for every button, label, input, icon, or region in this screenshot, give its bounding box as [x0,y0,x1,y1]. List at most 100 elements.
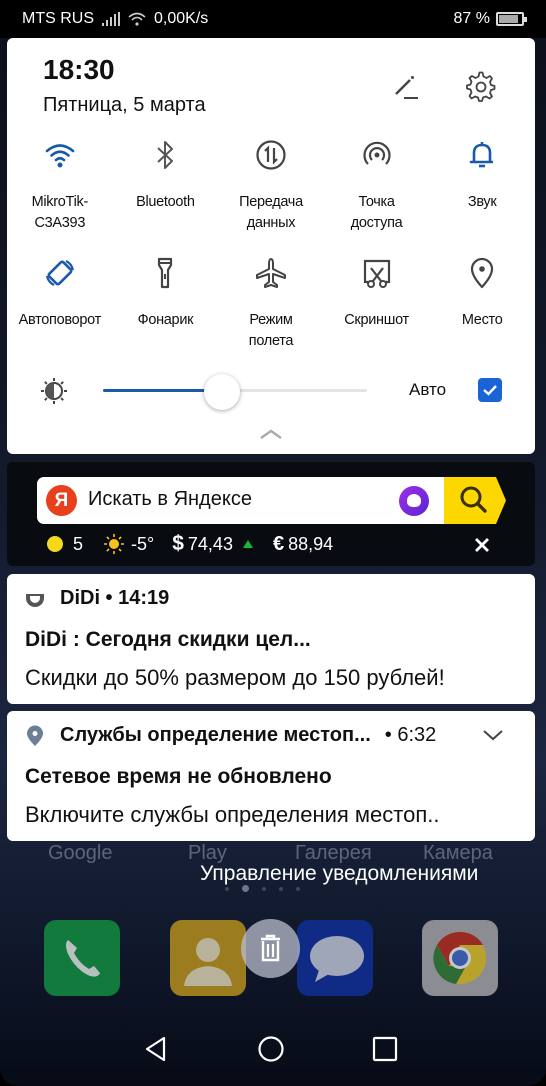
tile-label: Скриншот [344,312,409,328]
tile-label: данных [246,215,296,231]
tile-label: Звук [467,194,497,210]
mobile-data-icon [256,140,286,170]
tile-label: C3A393 [34,215,86,231]
home-label: Google [48,842,113,864]
signal-icon [102,12,120,26]
notification-separator: • [100,587,119,609]
yandex-search-input[interactable]: Я Искать в Яндексе [37,477,447,524]
tile-airplane[interactable]: Режим полета [218,252,324,370]
tile-label: доступа [350,215,403,231]
network-speed: 0,00K/s [154,10,209,27]
tile-screenshot[interactable]: Скриншот [324,252,430,370]
eur-rate[interactable]: 88,94 [288,534,333,555]
tile-location[interactable]: Место [429,252,535,370]
notification-body: Включите службы определения местоп.. [25,802,440,827]
traffic-icon [47,536,63,552]
screenshot-icon [363,259,390,288]
temperature[interactable]: -5° [131,534,154,555]
yandex-logo: Я [46,485,77,516]
notification-didi[interactable]: DiDi • 14:19 DiDi : Сегодня скидки цел..… [7,574,535,704]
notification-location-services[interactable]: Службы определение местоп... • 6:32 Сете… [7,711,535,841]
tile-label: Точка [358,194,395,210]
battery-percent: 87 % [453,10,490,27]
airplane-icon [255,258,286,288]
notification-title: DiDi : Сегодня скидки цел... [25,628,311,651]
tile-auto-rotate[interactable]: Автоповорот [7,252,113,370]
back-icon[interactable] [142,1034,172,1064]
tile-label: полета [248,333,294,349]
notification-app-name: Службы определение местоп... [60,724,371,746]
search-placeholder: Искать в Яндексе [88,488,252,510]
phone-app-icon[interactable] [44,920,120,996]
carrier-name: MTS RUS [22,10,94,27]
yandex-widget: Я Искать в Яндексе 5 -5° $ 74,43 € 88,94 [7,462,535,566]
hotspot-icon [363,141,391,165]
status-bar: MTS RUS 0,00K/s 87 % [0,0,546,38]
bell-icon [469,142,494,168]
manage-notifications-button[interactable]: Управление уведомлениями [200,862,478,886]
battery-icon [496,12,527,26]
notification-time: • 6:32 [384,724,437,746]
clear-notifications-button[interactable] [241,919,300,978]
tile-label: MikroTik- [31,194,89,210]
eur-symbol: € [272,532,285,555]
trash-icon [261,934,280,962]
brightness-slider[interactable] [103,374,367,410]
navigation-bar [0,1030,546,1070]
location-icon [471,257,494,289]
page-indicator [225,885,300,892]
tile-sound[interactable]: Звук [429,134,535,252]
traffic-score[interactable]: 5 [73,534,83,555]
gear-icon[interactable] [465,71,497,103]
didi-app-icon [26,593,44,607]
tile-label: Место [461,312,503,328]
slider-thumb[interactable] [203,374,240,410]
tile-label: Фонарик [137,312,194,328]
quick-settings-panel: 18:30 Пятница, 5 марта MikroTik- C3A393 B… [7,38,535,454]
message-bubble-icon [310,936,364,982]
chrome-icon [433,931,486,984]
wifi-icon [45,144,75,168]
chrome-app-icon[interactable] [422,920,498,996]
brightness-icon [41,378,67,404]
chevron-up-icon[interactable] [259,428,283,440]
clock-date: Пятница, 5 марта [43,94,206,116]
tile-wifi[interactable]: MikroTik- C3A393 [7,134,113,252]
tile-hotspot[interactable]: Точка доступа [324,134,430,252]
usd-symbol: $ [172,532,184,555]
phone-screen: MTS RUS 0,00K/s 87 % 18:30 Пятница, 5 ма… [0,0,546,1086]
tile-bluetooth[interactable]: Bluetooth [113,134,219,252]
auto-brightness-checkbox[interactable] [478,378,502,402]
checkmark-icon [483,385,497,396]
notification-time: 14:19 [118,587,170,609]
messages-app-icon[interactable] [297,920,373,996]
notification-header: DiDi • 14:19 [24,587,169,610]
location-pin-icon [27,725,43,746]
tile-label: Bluetooth [136,194,195,210]
weather-sun-icon [104,534,125,554]
home-icon[interactable] [256,1034,286,1064]
trend-up-icon [242,540,253,548]
search-button[interactable] [444,477,506,524]
tile-label: Автоповорот [18,312,102,328]
brightness-row: Авто [7,370,535,410]
chevron-down-icon[interactable] [482,728,504,742]
tile-label: Передача [239,194,303,210]
recents-icon[interactable] [370,1034,400,1064]
quick-tiles: MikroTik- C3A393 Bluetooth Передача данных… [7,134,535,370]
auto-brightness-label: Авто [409,380,447,399]
close-icon[interactable] [473,536,491,554]
notification-body: Скидки до 50% размером до 150 рублей! [25,665,445,690]
tile-label: Режим [249,312,293,328]
wifi-status-icon [128,12,146,26]
pencil-icon[interactable] [392,74,420,102]
tile-mobile-data[interactable]: Передача данных [218,134,324,252]
auto-rotate-icon [45,260,74,286]
contacts-app-icon[interactable] [170,920,246,996]
tile-flashlight[interactable]: Фонарик [113,252,219,370]
usd-rate[interactable]: 74,43 [188,534,233,555]
notification-header: Службы определение местоп... • 6:32 [24,724,436,747]
flashlight-icon [158,257,173,289]
alice-voice-icon[interactable] [399,486,429,516]
bluetooth-icon [157,141,174,169]
